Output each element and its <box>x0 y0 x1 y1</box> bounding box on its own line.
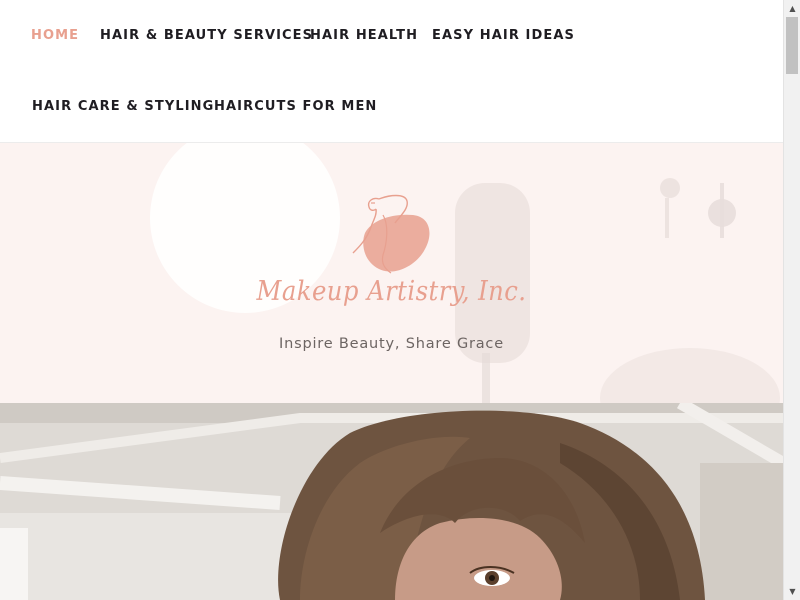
scroll-up-arrow-icon[interactable]: ▲ <box>784 0 800 17</box>
main-navigation: HOME HAIR & BEAUTY SERVICES HAIR HEALTH … <box>0 0 783 143</box>
nav-item-haircuts-for-men[interactable]: HAIRCUTS FOR MEN <box>214 99 377 114</box>
scrollbar-thumb[interactable] <box>786 17 798 74</box>
site-title[interactable]: Makeup Artistry, Inc. <box>39 276 744 307</box>
nav-item-hair-health[interactable]: HAIR HEALTH <box>310 28 418 43</box>
scroll-down-arrow-icon[interactable]: ▼ <box>784 583 800 600</box>
featured-photo[interactable] <box>0 403 783 600</box>
nav-item-home[interactable]: HOME <box>31 28 79 43</box>
woman-silhouette-logo-icon <box>352 194 430 274</box>
nav-item-hair-care-styling[interactable]: HAIR CARE & STYLING <box>32 99 214 114</box>
nav-item-easy-hair-ideas[interactable]: EASY HAIR IDEAS <box>432 28 575 43</box>
vertical-scrollbar[interactable]: ▲ ▼ <box>783 0 800 600</box>
page: HOME HAIR & BEAUTY SERVICES HAIR HEALTH … <box>0 0 783 600</box>
site-header-hero: Makeup Artistry, Inc. Inspire Beauty, Sh… <box>0 143 783 403</box>
site-tagline: Inspire Beauty, Share Grace <box>279 336 504 352</box>
nav-item-hair-beauty-services[interactable]: HAIR & BEAUTY SERVICES <box>100 28 313 43</box>
